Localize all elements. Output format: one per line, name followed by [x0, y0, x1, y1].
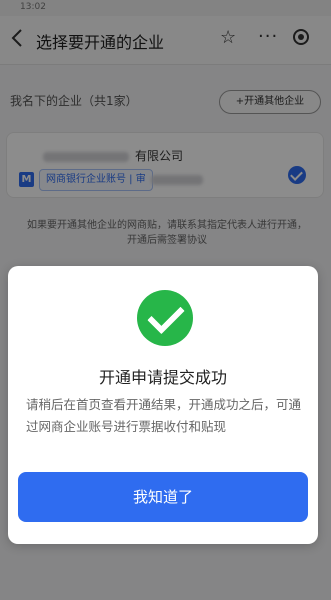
app-screen: 13:02 选择要开通的企业 ☆ ··· 我名下的企业（共1家） +开通其他企业…	[0, 0, 331, 600]
dialog-title: 开通申请提交成功	[98, 368, 227, 387]
dialog-message: 请稍后在首页查看开通结果，开通成功之后，可通过网商企业账号进行票据收付和贴现	[26, 397, 302, 434]
success-dialog: 开通申请提交成功 请稍后在首页查看开通结果，开通成功之后，可通过网商企业账号进行…	[8, 266, 318, 544]
confirm-button[interactable]: 我知道了	[18, 472, 308, 522]
success-check-icon	[137, 290, 193, 346]
